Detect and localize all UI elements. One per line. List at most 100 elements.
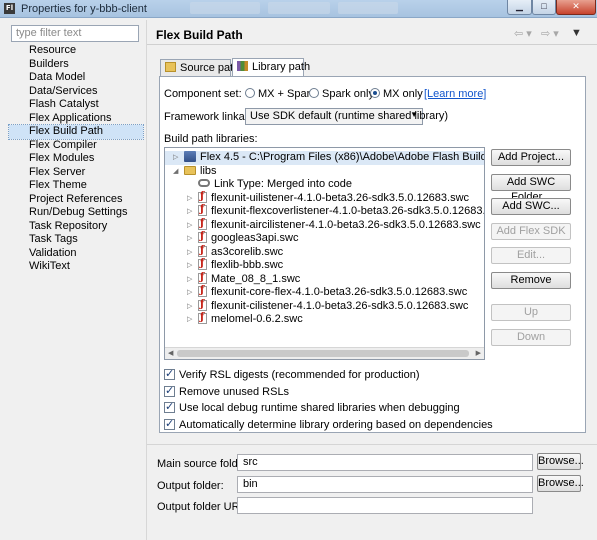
tab-library-path[interactable]: Library path <box>232 58 310 76</box>
tree-item-flash-catalyst[interactable]: Flash Catalyst <box>9 98 143 112</box>
back-arrow-icon[interactable]: ⇦ ▾ <box>514 27 532 40</box>
tree-item-flex-compiler[interactable]: Flex Compiler <box>9 139 143 153</box>
swc-file-label: flexlib-bbb.swc <box>211 259 284 271</box>
option-checkbox[interactable]: Verify RSL digests (recommended for prod… <box>164 367 419 381</box>
framework-linkage-value: Use SDK default (runtime shared library) <box>250 110 449 122</box>
expand-icon[interactable]: ▷ <box>187 286 192 300</box>
tree-item-run-debug-settings[interactable]: Run/Debug Settings <box>9 206 143 220</box>
swc-tree-row[interactable]: ▷ flexunit-flexcoverlistener-4.1.0-beta3.… <box>165 203 484 219</box>
swc-file-icon <box>198 190 207 203</box>
tab-source-path-label: Source path <box>180 62 240 74</box>
title-bar: Fl Properties for y-bbb-client ▁ □ ✕ <box>0 0 597 18</box>
expand-icon[interactable]: ▷ <box>187 313 192 327</box>
expand-icon[interactable]: ▷ <box>187 232 192 246</box>
remove-button[interactable]: Remove <box>491 272 571 289</box>
forward-arrow-icon[interactable]: ⇨ ▾ <box>541 27 559 40</box>
browse-source-button[interactable]: Browse... <box>537 453 584 470</box>
tree-item-task-tags[interactable]: Task Tags <box>9 233 143 247</box>
tree-item-wikitext[interactable]: WikiText <box>9 260 143 274</box>
checkbox-indicator <box>164 400 175 413</box>
libs-folder-row[interactable]: ◢ libs <box>165 165 484 179</box>
tree-item-builders[interactable]: Builders <box>9 58 143 72</box>
link-type-row[interactable]: Link Type: Merged into code <box>165 178 484 192</box>
framework-linkage-select[interactable]: Use SDK default (runtime shared library)… <box>245 108 448 125</box>
edit-button[interactable]: Edit... <box>491 247 571 264</box>
expand-icon[interactable]: ▷ <box>187 259 192 273</box>
tree-item-data-services[interactable]: Data/Services <box>9 85 143 99</box>
flex-sdk-icon <box>184 151 196 162</box>
tree-item-flex-build-path[interactable]: Flex Build Path <box>8 124 144 140</box>
expand-icon[interactable]: ▷ <box>173 151 178 165</box>
swc-file-icon <box>198 203 207 217</box>
down-button[interactable]: Down <box>491 329 571 346</box>
scroll-left-icon[interactable]: ◀ <box>168 348 173 359</box>
learn-more-link[interactable]: [Learn more] <box>424 88 486 100</box>
tree-item-flex-applications[interactable]: Flex Applications <box>9 112 143 126</box>
radio-spark-only[interactable]: Spark only <box>309 88 374 100</box>
maximize-button[interactable]: □ <box>532 0 556 15</box>
horizontal-scrollbar[interactable]: ◀ ▶ <box>165 347 484 359</box>
option-checkbox[interactable]: Use local debug runtime shared libraries… <box>164 400 460 414</box>
build-path-libraries-label: Build path libraries: <box>164 133 258 145</box>
add-swc-button[interactable]: Add SWC... <box>491 198 571 215</box>
scrollbar-thumb[interactable] <box>177 350 469 357</box>
collapse-icon[interactable]: ◢ <box>173 165 178 179</box>
background-window-tab <box>268 2 330 14</box>
tree-item-resource[interactable]: Resource <box>9 44 143 58</box>
main-source-folder-input[interactable]: src <box>237 454 533 471</box>
view-menu-icon[interactable]: ▼ <box>571 27 582 39</box>
swc-tree-row[interactable]: ▷ flexlib-bbb.swc <box>165 257 484 273</box>
swc-tree-row[interactable]: ▷ Mate_08_8_1.swc <box>165 271 484 287</box>
close-button[interactable]: ✕ <box>556 0 596 15</box>
tree-item-flex-theme[interactable]: Flex Theme <box>9 179 143 193</box>
property-page-tree: Resource Builders Data Model Data/Services F… <box>8 44 144 274</box>
chevron-down-icon: ▼ <box>410 110 418 119</box>
option-checkbox[interactable]: Automatically determine library ordering… <box>164 417 493 431</box>
swc-tree-row[interactable]: ▷ flexunit-core-flex-4.1.0-beta3.26-sdk3.… <box>165 284 484 300</box>
swc-tree-row[interactable]: ▷ googleas3api.swc <box>165 230 484 246</box>
filter-input[interactable]: type filter text <box>11 25 139 42</box>
swc-tree-row[interactable]: ▷ as3corelib.swc <box>165 244 484 260</box>
tree-item-data-model[interactable]: Data Model <box>9 71 143 85</box>
add-project-button[interactable]: Add Project... <box>491 149 571 166</box>
expand-icon[interactable]: ▷ <box>187 192 192 206</box>
component-set-label: Component set: <box>164 88 242 100</box>
output-folder-url-input[interactable] <box>237 497 533 514</box>
add-flex-sdk-button[interactable]: Add Flex SDK <box>491 223 571 240</box>
swc-tree-row[interactable]: ▷ melomel-0.6.2.swc <box>165 311 484 327</box>
link-type-label: Link Type: Merged into code <box>214 178 352 190</box>
radio-label: MX + Spark <box>258 88 316 100</box>
radio-mx-only[interactable]: MX only <box>370 88 423 100</box>
expand-icon[interactable]: ▷ <box>187 205 192 219</box>
expand-icon[interactable]: ▷ <box>187 246 192 260</box>
browse-output-button[interactable]: Browse... <box>537 475 584 492</box>
tree-item-flex-server[interactable]: Flex Server <box>9 166 143 180</box>
up-button[interactable]: Up <box>491 304 571 321</box>
swc-file-icon <box>198 230 207 244</box>
swc-file-icon <box>198 257 207 271</box>
swc-file-icon <box>198 311 207 325</box>
output-folder-input[interactable]: bin <box>237 476 533 493</box>
minimize-button[interactable]: ▁ <box>507 0 532 15</box>
tree-item-validation[interactable]: Validation <box>9 247 143 261</box>
scroll-right-icon[interactable]: ▶ <box>476 348 481 359</box>
build-path-libraries-tree[interactable]: ▷ Flex 4.5 - C:\Program Files (x86)\Adob… <box>164 147 485 360</box>
tree-item-project-references[interactable]: Project References <box>9 193 143 207</box>
expand-icon[interactable]: ▷ <box>187 300 192 314</box>
sdk-tree-row[interactable]: ▷ Flex 4.5 - C:\Program Files (x86)\Adob… <box>165 151 484 165</box>
tree-item-task-repository[interactable]: Task Repository <box>9 220 143 234</box>
expand-icon[interactable]: ▷ <box>187 273 192 287</box>
swc-file-label: melomel-0.6.2.swc <box>211 313 303 325</box>
radio-mx-spark[interactable]: MX + Spark <box>245 88 316 100</box>
tree-item-flex-modules[interactable]: Flex Modules <box>9 152 143 166</box>
swc-tree-row[interactable]: ▷ flexunit-aircilistener-4.1.0-beta3.26-s… <box>165 217 484 233</box>
swc-file-icon <box>198 271 207 284</box>
background-window-tab <box>190 2 260 14</box>
tab-source-path[interactable]: Source path <box>160 59 239 76</box>
swc-tree-row[interactable]: ▷ flexunit-uilistener-4.1.0-beta3.26-sdk3… <box>165 190 484 206</box>
window-title: Properties for y-bbb-client <box>21 3 147 15</box>
swc-tree-row[interactable]: ▷ flexunit-cilistener-4.1.0-beta3.26-sdk3… <box>165 298 484 314</box>
add-swc-folder-button[interactable]: Add SWC Folder... <box>491 174 571 203</box>
expand-icon[interactable]: ▷ <box>187 219 192 233</box>
option-checkbox[interactable]: Remove unused RSLs <box>164 384 289 398</box>
